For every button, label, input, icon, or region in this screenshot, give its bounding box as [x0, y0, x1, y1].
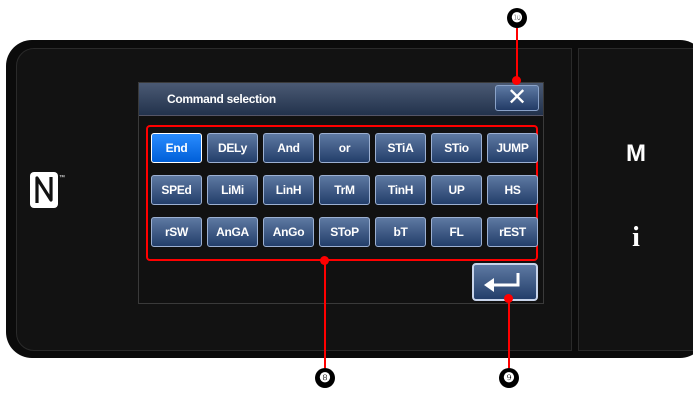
command-button-bt[interactable]: bT — [375, 217, 426, 247]
command-button-rsw[interactable]: rSW — [151, 217, 202, 247]
grid-callout-line — [324, 262, 326, 368]
command-button-stia[interactable]: STiA — [375, 133, 426, 163]
command-button-trm[interactable]: TrM — [319, 175, 370, 205]
grid-callout-dot — [320, 256, 329, 265]
nfc-icon: ™ — [30, 172, 65, 208]
command-button-stio[interactable]: STio — [431, 133, 482, 163]
command-button-ango[interactable]: AnGo — [263, 217, 314, 247]
enter-callout-dot — [504, 294, 513, 303]
enter-callout-line — [508, 300, 510, 368]
command-button-linh[interactable]: LinH — [263, 175, 314, 205]
command-button-jump[interactable]: JUMP — [487, 133, 538, 163]
dialog-titlebar: Command selection ✕ — [139, 83, 543, 116]
command-button-or[interactable]: or — [319, 133, 370, 163]
command-grid: End DELy And or STiA STio JUMP SPEd LiMi LinH TrM T… — [151, 133, 538, 247]
command-button-limi[interactable]: LiMi — [207, 175, 258, 205]
side-screen — [578, 48, 693, 351]
close-callout: ❿ — [507, 8, 527, 28]
close-callout-line — [516, 28, 518, 78]
command-button-fl[interactable]: FL — [431, 217, 482, 247]
command-button-hs[interactable]: HS — [487, 175, 538, 205]
command-button-up[interactable]: UP — [431, 175, 482, 205]
mode-button[interactable]: M — [606, 134, 666, 174]
info-button[interactable]: i — [606, 218, 666, 258]
enter-callout: ❾ — [499, 368, 519, 388]
grid-callout: ❽ — [315, 368, 335, 388]
command-button-and[interactable]: And — [263, 133, 314, 163]
command-button-tinh[interactable]: TinH — [375, 175, 426, 205]
command-button-sped[interactable]: SPEd — [151, 175, 202, 205]
svg-text:™: ™ — [59, 174, 65, 181]
dialog-title: Command selection — [167, 92, 276, 106]
close-callout-dot — [512, 76, 521, 85]
command-button-anga[interactable]: AnGA — [207, 217, 258, 247]
close-button[interactable]: ✕ — [495, 85, 539, 111]
command-selection-dialog: Command selection ✕ End DELy And or STiA STio… — [138, 82, 544, 304]
command-button-dely[interactable]: DELy — [207, 133, 258, 163]
command-button-rest[interactable]: rEST — [487, 217, 538, 247]
command-button-end[interactable]: End — [151, 133, 202, 163]
command-button-stop[interactable]: SToP — [319, 217, 370, 247]
